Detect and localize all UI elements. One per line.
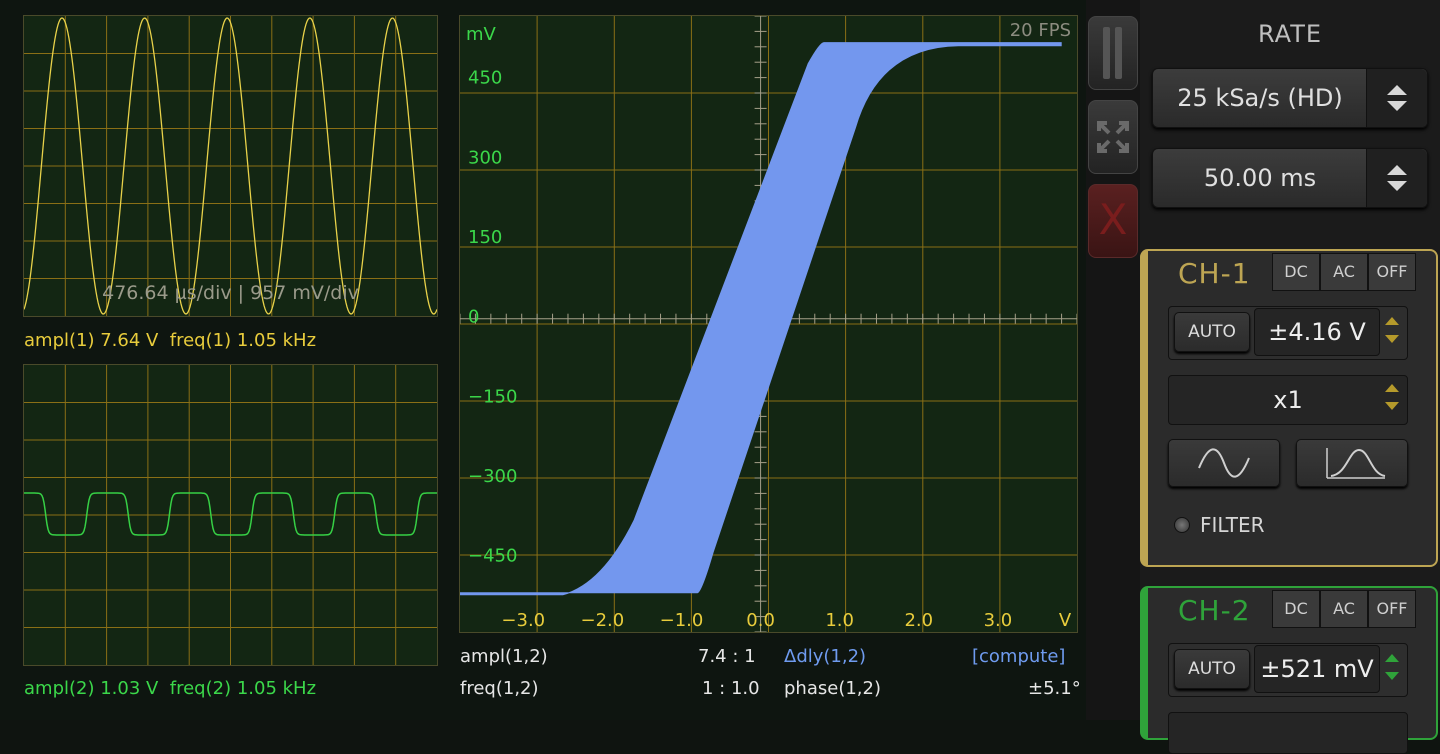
y-tick-label: 450 — [468, 68, 502, 89]
time-window-select[interactable]: 50.00 ms — [1152, 148, 1428, 208]
y-tick-label: −150 — [468, 386, 517, 407]
fullscreen-button[interactable] — [1088, 100, 1138, 174]
xy-plot[interactable]: −3.0 −2.0 −1.0 0.0 1.0 2.0 3.0 V 450 300 150 0 −150 −… — [459, 15, 1078, 633]
expand-icon — [1097, 121, 1129, 153]
ch1-range-value[interactable]: ±4.16 V — [1254, 308, 1380, 356]
ch1-info: ampl(1) 7.64 V freq(1) 1.05 kHz — [24, 330, 317, 351]
scope-screen: 476.64 µs/div | 957 mV/div ampl(1) 7.64 … — [0, 0, 1086, 720]
ch1-auto-button[interactable]: AUTO — [1174, 312, 1250, 352]
ch1-coupling-off[interactable]: OFF — [1368, 253, 1416, 291]
grid — [24, 365, 437, 665]
close-button[interactable]: X — [1088, 184, 1138, 258]
ch2-probe-select[interactable] — [1168, 712, 1408, 754]
x-tick-label: −2.0 — [581, 610, 625, 631]
x-tick-label: 0.0 — [746, 610, 775, 631]
ch2-range-stepper-icon[interactable] — [1382, 652, 1402, 686]
ch1-plot[interactable]: 476.64 µs/div | 957 mV/div — [23, 15, 438, 317]
phase12-value: ±5.1° — [1028, 678, 1081, 699]
dly12-compute-link[interactable]: [compute] — [972, 646, 1065, 667]
y-tick-label: −300 — [468, 466, 517, 487]
ch1-filter-led-icon[interactable] — [1174, 517, 1190, 533]
x-tick-label: −3.0 — [501, 610, 545, 631]
ch1-probe-value: x1 — [1273, 386, 1303, 414]
sample-rate-stepper-icon — [1366, 69, 1427, 127]
ch1-spectrum-button[interactable] — [1296, 439, 1408, 487]
x-tick-label: 1.0 — [825, 610, 854, 631]
pause-button[interactable] — [1088, 16, 1138, 90]
ch1-probe-stepper-icon[interactable] — [1382, 382, 1402, 416]
ch1-title: CH-1 — [1178, 257, 1251, 290]
y-tick-label: −450 — [468, 546, 517, 567]
ch1-probe-select[interactable]: x1 — [1168, 375, 1408, 425]
ch1-filter-label[interactable]: FILTER — [1200, 513, 1265, 537]
ch1-panel: CH-1 DC AC OFF AUTO ±4.16 V x1 FILTER — [1140, 249, 1438, 567]
control-panel: RATE 25 kSa/s (HD) 50.00 ms CH-1 DC AC O… — [1140, 0, 1440, 754]
close-icon: X — [1098, 195, 1128, 244]
ch2-waveform-svg — [24, 365, 437, 665]
dly12-label: Δdly(1,2) — [784, 646, 867, 667]
x-tick-label: 3.0 — [984, 610, 1013, 631]
ch2-coupling-dc[interactable]: DC — [1272, 590, 1320, 628]
sample-rate-select[interactable]: 25 kSa/s (HD) — [1152, 68, 1428, 128]
tool-sidebar: X — [1086, 0, 1140, 720]
sample-rate-value: 25 kSa/s (HD) — [1177, 84, 1343, 112]
timebase-annotation: 476.64 µs/div | 957 mV/div — [102, 282, 359, 304]
ampl12-label: ampl(1,2) — [460, 646, 548, 667]
x-tick-label: 2.0 — [904, 610, 933, 631]
ch1-coupling-ac[interactable]: AC — [1320, 253, 1368, 291]
time-window-stepper-icon — [1366, 149, 1427, 207]
xy-plot-svg: −3.0 −2.0 −1.0 0.0 1.0 2.0 3.0 V 450 300 150 0 −150 −… — [460, 16, 1077, 632]
ch2-coupling-off[interactable]: OFF — [1368, 590, 1416, 628]
fps-readout: 20 FPS — [1009, 20, 1071, 41]
ch2-auto-button[interactable]: AUTO — [1174, 649, 1250, 689]
phase12-label: phase(1,2) — [784, 678, 881, 699]
ch1-waveform-button[interactable] — [1168, 439, 1280, 487]
ch2-plot[interactable] — [23, 364, 438, 666]
x-axis-unit: V — [1059, 610, 1072, 631]
grid — [24, 16, 437, 316]
ch1-range-stepper-icon[interactable] — [1382, 315, 1402, 349]
freq12-value: 1 : 1.0 — [702, 678, 760, 699]
rate-title: RATE — [1257, 20, 1323, 48]
y-tick-label: 0 — [468, 307, 479, 328]
ch2-info: ampl(2) 1.03 V freq(2) 1.05 kHz — [24, 678, 317, 699]
y-tick-label: 300 — [468, 147, 502, 168]
ch2-panel: CH-2 DC AC OFF AUTO ±521 mV — [1140, 586, 1438, 754]
time-window-value: 50.00 ms — [1203, 164, 1317, 192]
sine-wave-icon — [1198, 448, 1250, 478]
ch1-coupling-dc[interactable]: DC — [1272, 253, 1320, 291]
ampl12-value: 7.4 : 1 — [698, 646, 756, 667]
x-tick-label: −1.0 — [660, 610, 704, 631]
ch2-range-value[interactable]: ±521 mV — [1254, 645, 1380, 693]
ch2-coupling-ac[interactable]: AC — [1320, 590, 1368, 628]
pause-icon — [1103, 27, 1123, 79]
ch1-waveform-svg — [24, 16, 437, 316]
y-tick-label: 150 — [468, 227, 502, 248]
spectrum-icon — [1326, 448, 1386, 479]
xy-y-unit: mV — [466, 24, 496, 45]
freq12-label: freq(1,2) — [460, 678, 539, 699]
ch2-title: CH-2 — [1178, 594, 1251, 627]
